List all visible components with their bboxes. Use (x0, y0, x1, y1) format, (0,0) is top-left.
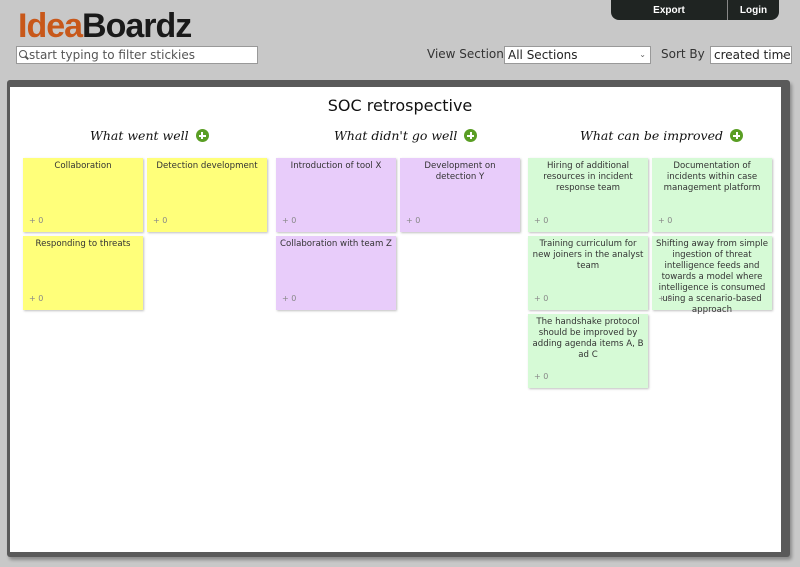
vote-count[interactable]: + 0 (534, 215, 548, 226)
filter-stickies-field (16, 46, 258, 64)
view-section-label: View Section (427, 47, 504, 61)
sticky-note[interactable]: Introduction of tool X + 0 (276, 158, 396, 232)
sticky-note[interactable]: Shifting away from simple ingestion of t… (652, 236, 772, 315)
board-canvas (10, 87, 781, 552)
sticky-note[interactable]: Responding to threats + 0 (23, 236, 143, 310)
sticky-text: Development on detection Y (424, 161, 496, 182)
sort-by-value: created time (714, 48, 791, 62)
vote-count[interactable]: + 0 (406, 215, 420, 226)
sticky-text: The handshake protocol should be improve… (532, 317, 644, 360)
logo-boardz-text: Boardz (82, 7, 192, 45)
vote-count[interactable]: + 0 (153, 215, 167, 226)
vote-count[interactable]: + 0 (29, 215, 43, 226)
sticky-note[interactable]: Collaboration with team Z + 0 (276, 236, 396, 310)
sticky-text: Introduction of tool X (290, 161, 382, 171)
view-section-select[interactable]: All Sections ⌄ (504, 46, 651, 64)
login-button[interactable]: Login (728, 0, 779, 20)
sticky-text: Collaboration with team Z (280, 239, 392, 249)
sort-by-label: Sort By (661, 47, 705, 61)
chevron-down-icon: ⌄ (780, 50, 787, 59)
vote-count[interactable]: + 0 (658, 293, 672, 304)
export-button[interactable]: Export (611, 0, 728, 20)
sticky-text: Collaboration (54, 161, 112, 171)
sticky-text: Shifting away from simple ingestion of t… (655, 239, 769, 315)
vote-count[interactable]: + 0 (282, 215, 296, 226)
section-title: What didn't go well (334, 128, 458, 143)
sticky-note[interactable]: Collaboration + 0 (23, 158, 143, 232)
sticky-text: Hiring of additional resources in incide… (543, 161, 633, 193)
sticky-note[interactable]: Documentation of incidents within case m… (652, 158, 772, 232)
view-section-value: All Sections (508, 48, 578, 62)
sticky-note[interactable]: Hiring of additional resources in incide… (528, 158, 648, 232)
sticky-text: Responding to threats (35, 239, 131, 249)
section-header-didnt-go-well: What didn't go well (334, 128, 478, 143)
add-sticky-icon[interactable] (730, 129, 744, 142)
chevron-down-icon: ⌄ (639, 50, 646, 59)
section-header-went-well: What went well (90, 128, 209, 143)
sticky-text: Detection development (156, 161, 258, 171)
section-header-can-be-improved: What can be improved (580, 128, 744, 143)
search-icon (19, 50, 29, 60)
vote-count[interactable]: + 0 (29, 293, 43, 304)
sticky-note[interactable]: The handshake protocol should be improve… (528, 314, 648, 388)
vote-count[interactable]: + 0 (658, 215, 672, 226)
vote-count[interactable]: + 0 (534, 371, 548, 382)
top-nav: Export Login (611, 0, 779, 20)
add-sticky-icon[interactable] (464, 129, 478, 142)
sticky-note[interactable]: Development on detection Y + 0 (400, 158, 520, 232)
vote-count[interactable]: + 0 (282, 293, 296, 304)
board-title: SOC retrospective (327, 96, 473, 115)
logo-idea-text: Idea (18, 7, 83, 45)
add-sticky-icon[interactable] (195, 129, 209, 142)
sticky-text: Training curriculum for new joiners in t… (532, 239, 644, 271)
section-title: What can be improved (580, 128, 724, 143)
ideaboardz-logo[interactable]: IdeaBoardz (18, 6, 192, 46)
vote-count[interactable]: + 0 (534, 293, 548, 304)
sort-by-select[interactable]: created time ⌄ (710, 46, 792, 64)
sticky-note[interactable]: Detection development + 0 (147, 158, 267, 232)
sticky-text: Documentation of incidents within case m… (663, 161, 761, 193)
section-title: What went well (90, 128, 189, 143)
sticky-note[interactable]: Training curriculum for new joiners in t… (528, 236, 648, 310)
filter-stickies-input[interactable] (29, 48, 249, 62)
